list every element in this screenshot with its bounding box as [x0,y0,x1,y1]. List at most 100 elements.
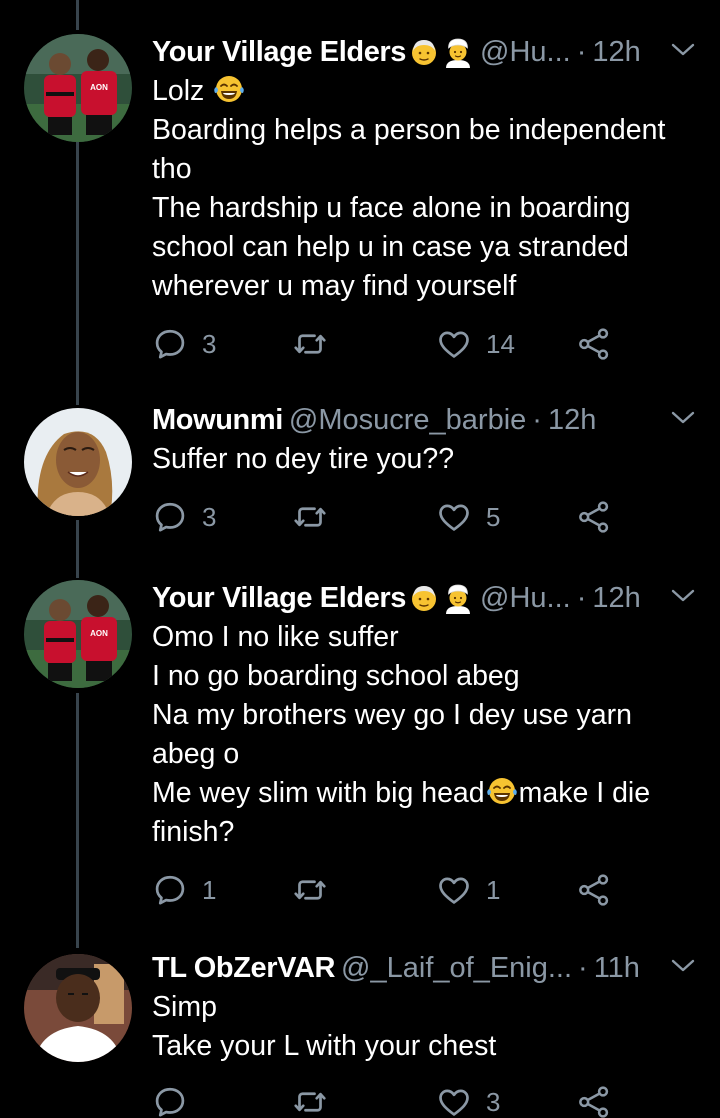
heart-icon [436,326,472,362]
user-handle[interactable]: @Hu... [480,578,571,618]
avatar[interactable] [24,408,132,516]
retweet-button[interactable] [292,870,342,910]
share-icon [576,499,612,535]
reply-icon [152,499,188,535]
like-count: 5 [486,501,501,532]
reply-button[interactable] [152,1082,202,1118]
display-name[interactable]: Mowunmi [152,400,283,440]
tweet-text-line: Simp [152,991,217,1023]
tweet-header: Your Village Elders @Hu... · 12h [152,32,698,72]
retweet-icon [292,872,328,908]
share-button[interactable] [576,870,612,910]
display-name[interactable]: Your Village Elders [152,32,406,72]
tweet-header: TL ObZerVAR @_Laif_of_Enig... · 11h [152,948,698,988]
avatar[interactable] [24,954,132,1062]
tweet-text-line: Suffer no dey tire you?? [152,443,455,475]
older-person-emoji-icon [408,582,440,614]
tweet-text-line: abeg o [152,738,240,770]
timestamp[interactable]: 12h [548,400,596,440]
tweet-header: Your Village Elders @Hu... · 12h [152,578,698,618]
tweet-actions: 3 14 [152,324,622,364]
thread-connector-line [76,0,79,30]
heart-icon [436,872,472,908]
tweet-actions: 1 1 [152,870,622,910]
avatar[interactable] [24,34,132,142]
tweet-actions: 3 5 [152,497,622,537]
reply-button[interactable]: 3 [152,497,216,537]
tweet-text: Omo I no like suffer I no go boarding sc… [152,618,700,852]
tweet[interactable]: Your Village Elders @Hu... · 12h Omo I n… [0,578,720,918]
tweet-text-line: Take your L with your chest [152,1030,497,1062]
tweet-text-line: finish? [152,816,235,848]
tweet-text: Simp Take your L with your chest [152,988,700,1066]
tweet-text-line: school can help u in case ya stranded [152,231,629,263]
tweet-text-line: The hardship u face alone in boarding [152,192,631,224]
reply-count: 3 [202,328,217,359]
tweet-text-line: Me wey slim with big head make I die [152,776,651,809]
timestamp[interactable]: 12h [592,32,640,72]
like-button[interactable]: 5 [436,497,500,537]
like-count: 3 [486,1086,501,1117]
retweet-button[interactable] [292,324,342,364]
reply-count: 1 [202,874,217,905]
like-button[interactable]: 3 [436,1082,500,1118]
retweet-icon [292,326,328,362]
reply-icon [152,872,188,908]
share-button[interactable] [576,497,612,537]
timestamp[interactable]: 11h [594,948,640,988]
chevron-down-icon[interactable] [668,954,698,978]
tweet-text-line: Na my brothers wey go I dey use yarn [152,699,632,731]
tweet-text-line: I no go boarding school abeg [152,660,520,692]
tweet[interactable]: Mowunmi @Mosucre_barbie · 12h Suffer no … [0,400,720,550]
man-with-turban-emoji-icon [442,582,474,614]
tweet[interactable]: TL ObZerVAR @_Laif_of_Enig... · 11h Simp… [0,948,720,1118]
tweet-text: Lolz Boarding helps a person be independ… [152,72,700,306]
heart-icon [436,499,472,535]
tweet-text-line: Lolz [152,72,700,111]
tweet-text-line: Boarding helps a person be independent [152,114,666,146]
retweet-button[interactable] [292,1082,342,1118]
user-handle[interactable]: @_Laif_of_Enig... [341,948,572,988]
heart-icon [436,1084,472,1118]
like-button[interactable]: 14 [436,324,515,364]
chevron-down-icon[interactable] [668,38,698,62]
separator-dot: · [576,36,587,68]
user-handle[interactable]: @Hu... [480,32,571,72]
tweet-text-line: Omo I no like suffer [152,621,399,653]
reply-count: 3 [202,501,217,532]
reply-button[interactable]: 1 [152,870,216,910]
share-icon [576,872,612,908]
tweet-actions: 3 [152,1082,622,1118]
display-name[interactable]: Your Village Elders [152,578,406,618]
retweet-icon [292,499,328,535]
like-button[interactable]: 1 [436,870,500,910]
tweet[interactable]: Your Village Elders @Hu... · 12h Lolz Bo… [0,32,720,372]
like-count: 1 [486,874,501,905]
share-icon [576,1084,612,1118]
separator-dot: · [576,582,587,614]
retweet-button[interactable] [292,497,342,537]
reply-button[interactable]: 3 [152,324,216,364]
older-person-emoji-icon [408,36,440,68]
tweet-text: Suffer no dey tire you?? [152,440,700,479]
separator-dot: · [578,952,588,984]
share-button[interactable] [576,1082,612,1118]
share-icon [576,326,612,362]
timestamp[interactable]: 12h [592,578,640,618]
separator-dot: · [532,404,542,436]
tweet-header: Mowunmi @Mosucre_barbie · 12h [152,400,698,440]
face-with-tears-of-joy-emoji-icon [485,776,519,806]
avatar[interactable] [24,580,132,688]
user-handle[interactable]: @Mosucre_barbie [289,400,526,440]
tweet-text-line: tho [152,153,192,185]
reply-icon [152,1084,188,1118]
share-button[interactable] [576,324,612,364]
reply-icon [152,326,188,362]
chevron-down-icon[interactable] [668,406,698,430]
retweet-icon [292,1084,328,1118]
face-with-tears-of-joy-emoji-icon [212,74,246,104]
like-count: 14 [486,328,515,359]
tweet-thread: Your Village Elders @Hu... · 12h Lolz Bo… [0,0,720,1118]
display-name[interactable]: TL ObZerVAR [152,948,335,988]
chevron-down-icon[interactable] [668,584,698,608]
